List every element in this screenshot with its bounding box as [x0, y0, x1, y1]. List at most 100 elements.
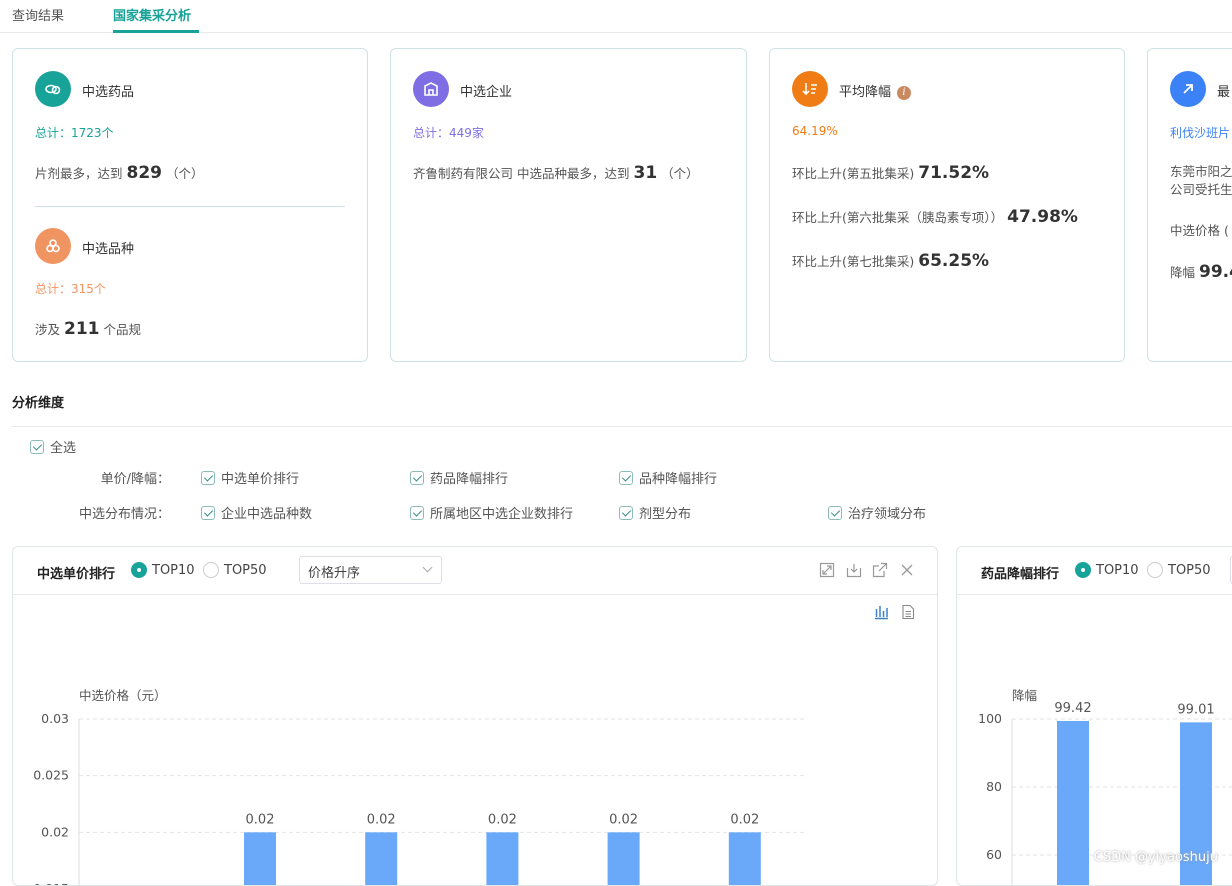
tab-national-procurement-analysis[interactable]: 国家集采分析: [113, 5, 191, 24]
card-selected-drugs: 中选药品 总计：1723个 片剂最多，达到829（个） 中选品种 总计：315个…: [12, 48, 368, 362]
radio-top10[interactable]: TOP10: [1075, 562, 1139, 578]
checkbox-checked-icon: [619, 506, 633, 520]
checkbox-checked-icon: [30, 440, 44, 454]
avg-drop-row: 环比上升(第七批集采)65.25%: [792, 251, 993, 271]
bar: [244, 832, 276, 886]
drugs-detail: 片剂最多，达到829（个）: [35, 163, 204, 183]
variety-icon: [35, 228, 71, 264]
avg-drop-row: 环比上升(第六批集采（胰岛素专项））47.98%: [792, 207, 1082, 227]
bar: [1057, 721, 1089, 886]
data-label: 0.02: [488, 812, 517, 827]
radio-empty-icon: [1147, 562, 1163, 578]
panel-unit-price-ranking: 中选单价排行 TOP10 TOP50 价格升序 中选价格（元） 0.03 0.025…: [12, 546, 938, 886]
panel-drug-drop-ranking: 药品降幅排行 TOP10 TOP50 降幅10080604099.4299.01: [956, 546, 1232, 886]
card-title: 中选企业: [460, 81, 512, 100]
panel-header: 中选单价排行 TOP10 TOP50 价格升序: [13, 547, 937, 595]
y-tick-label: 80: [986, 779, 1002, 794]
data-label: 0.02: [367, 812, 396, 827]
row-label: 中选分布情况：: [50, 503, 170, 522]
checkbox-variety-drop-ranking[interactable]: 品种降幅排行: [619, 468, 717, 487]
radio-selected-icon: [1075, 562, 1091, 578]
building-icon: [413, 71, 449, 107]
divider: [35, 206, 345, 207]
max-company-line: 公司受托生: [1170, 179, 1232, 198]
row-label: 单价/降幅：: [50, 468, 170, 487]
panel-title: 药品降幅排行: [981, 563, 1059, 582]
section-title: 分析维度: [12, 392, 64, 411]
checkbox-therapeutic-area[interactable]: 治疗领域分布: [828, 503, 926, 522]
active-tab-indicator: [113, 30, 199, 33]
unit-price-chart: 中选价格（元） 0.03 0.025 0.02 0.015 0.02 0.02 0.02 0.0…: [13, 627, 938, 886]
data-label: 0.02: [609, 812, 638, 827]
checkbox-region-enterprise-ranking[interactable]: 所属地区中选企业数排行: [410, 503, 573, 522]
radio-top10[interactable]: TOP10: [131, 562, 195, 578]
y-tick-label: 0.02: [41, 824, 69, 839]
checkbox-drug-drop-ranking[interactable]: 药品降幅排行: [410, 468, 508, 487]
y-tick-label: 100: [978, 711, 1002, 726]
watermark: CSDN @yiyaoshuju: [1094, 850, 1218, 865]
card-title: 平均降幅i: [839, 81, 911, 100]
card-selected-enterprises: 中选企业 总计：449家 齐鲁制药有限公司 中选品种最多，达到31（个）: [390, 48, 747, 362]
drug-drop-chart: 降幅10080604099.4299.01: [957, 627, 1232, 886]
y-tick-label: 0.025: [33, 768, 69, 783]
y-tick-label: 60: [986, 847, 1002, 862]
download-icon[interactable]: [846, 562, 862, 578]
checkbox-enterprise-varieties[interactable]: 企业中选品种数: [201, 503, 312, 522]
arrow-up-right-icon: [1170, 71, 1206, 107]
close-icon[interactable]: [899, 562, 915, 578]
varieties-total: 总计：315个: [35, 280, 106, 297]
checkbox-checked-icon: [201, 471, 215, 485]
max-drop: 降幅99.4: [1170, 262, 1232, 282]
radio-empty-icon: [203, 562, 219, 578]
checkbox-dosage-form[interactable]: 剂型分布: [619, 503, 691, 522]
radio-top50[interactable]: TOP50: [1147, 562, 1211, 578]
y-tick-label: 0.015: [33, 881, 69, 886]
data-label: 99.42: [1054, 701, 1091, 716]
checkbox-checked-icon: [410, 471, 424, 485]
radio-top50[interactable]: TOP50: [203, 562, 267, 578]
max-company-line: 东莞市阳之: [1170, 161, 1232, 180]
divider: [12, 426, 1232, 427]
card-title: 中选药品: [82, 81, 134, 100]
enterprises-detail: 齐鲁制药有限公司 中选品种最多，达到31（个）: [413, 163, 699, 183]
bar: [486, 832, 518, 886]
tab-bar: 查询结果 国家集采分析: [0, 0, 1232, 33]
data-view-icon[interactable]: [900, 604, 916, 620]
drugs-total: 总计：1723个: [35, 124, 114, 141]
avg-drop-total: 64.19%: [792, 124, 838, 138]
card-max-drop: 最 利伐沙班片 东莞市阳之 公司受托生 中选价格 ( 降幅99.4: [1147, 48, 1232, 362]
panel-title: 中选单价排行: [37, 563, 115, 582]
select-all-checkbox[interactable]: 全选: [30, 437, 76, 456]
fullscreen-icon[interactable]: [819, 562, 835, 578]
tab-query-results[interactable]: 查询结果: [12, 5, 64, 24]
checkbox-unit-price-ranking[interactable]: 中选单价排行: [201, 468, 299, 487]
data-label: 0.02: [730, 812, 759, 827]
y-axis-title: 降幅: [1012, 688, 1037, 703]
bar: [365, 832, 397, 886]
y-tick-label: 0.03: [41, 711, 69, 726]
card-title: 中选品种: [82, 238, 134, 257]
bar: [729, 832, 761, 886]
y-axis-title: 中选价格（元）: [79, 688, 167, 703]
panel-header: 药品降幅排行 TOP10 TOP50: [957, 547, 1232, 595]
checkbox-checked-icon: [410, 506, 424, 520]
checkbox-checked-icon: [619, 471, 633, 485]
external-link-icon[interactable]: [872, 562, 888, 578]
card-average-drop: 平均降幅i 64.19% 环比上升(第五批集采)71.52% 环比上升(第六批集…: [769, 48, 1125, 362]
info-icon[interactable]: i: [897, 86, 911, 100]
checkbox-checked-icon: [828, 506, 842, 520]
data-label: 0.02: [246, 812, 275, 827]
avg-drop-row: 环比上升(第五批集采)71.52%: [792, 163, 993, 183]
capsule-icon: [35, 71, 71, 107]
bar-chart-icon[interactable]: [873, 604, 889, 620]
enterprises-total: 总计：449家: [413, 124, 484, 141]
chevron-down-icon: [423, 563, 433, 573]
radio-selected-icon: [131, 562, 147, 578]
max-price: 中选价格 (: [1170, 220, 1229, 239]
data-label: 99.01: [1177, 702, 1214, 717]
sort-select[interactable]: 价格升序: [299, 556, 442, 584]
sort-descending-icon: [792, 71, 828, 107]
max-drug-name: 利伐沙班片: [1170, 124, 1230, 141]
bar: [608, 832, 640, 886]
card-title: 最: [1217, 81, 1230, 100]
